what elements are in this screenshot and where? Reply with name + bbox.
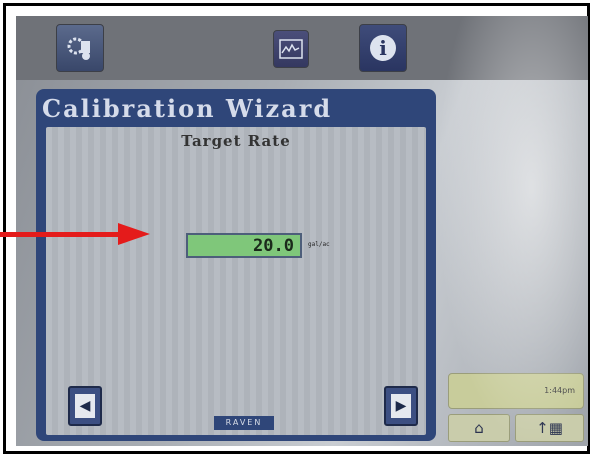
rate-unit-label: gal/ac (308, 241, 330, 248)
settings-button[interactable] (56, 24, 104, 72)
next-button[interactable]: ▶ (384, 386, 418, 426)
graph-button[interactable] (273, 30, 309, 68)
target-rate-input[interactable]: 20.0 (186, 233, 302, 258)
wizard-title: Calibration Wizard (42, 94, 333, 123)
annotation-arrow (0, 223, 150, 245)
status-box: 1:44pm (448, 373, 584, 409)
wizard-panel: Target Rate 20.0 gal/ac ◀ RAVEN ▶ (46, 127, 426, 435)
brand-logo: RAVEN (214, 416, 274, 430)
top-toolbar: i (16, 16, 588, 80)
home-button[interactable]: ⌂ (448, 414, 510, 442)
menu-grid-icon: ↑▦ (536, 419, 563, 437)
clock-time: 1:44pm (544, 386, 575, 395)
tractor-gear-icon (57, 25, 103, 71)
back-button[interactable]: ◀ (68, 386, 102, 426)
info-glyph: i (379, 36, 387, 60)
info-icon: i (360, 25, 406, 71)
home-icon: ⌂ (474, 419, 484, 437)
info-button[interactable]: i (359, 24, 407, 72)
next-arrow-icon: ▶ (391, 394, 411, 418)
back-arrow-icon: ◀ (75, 394, 95, 418)
wizard-subtitle: Target Rate (181, 132, 291, 150)
graph-icon (274, 31, 308, 67)
menu-button[interactable]: ↑▦ (515, 414, 584, 442)
calibration-wizard-dialog: Calibration Wizard Target Rate 20.0 gal/… (36, 89, 436, 441)
target-rate-value: 20.0 (253, 235, 294, 256)
